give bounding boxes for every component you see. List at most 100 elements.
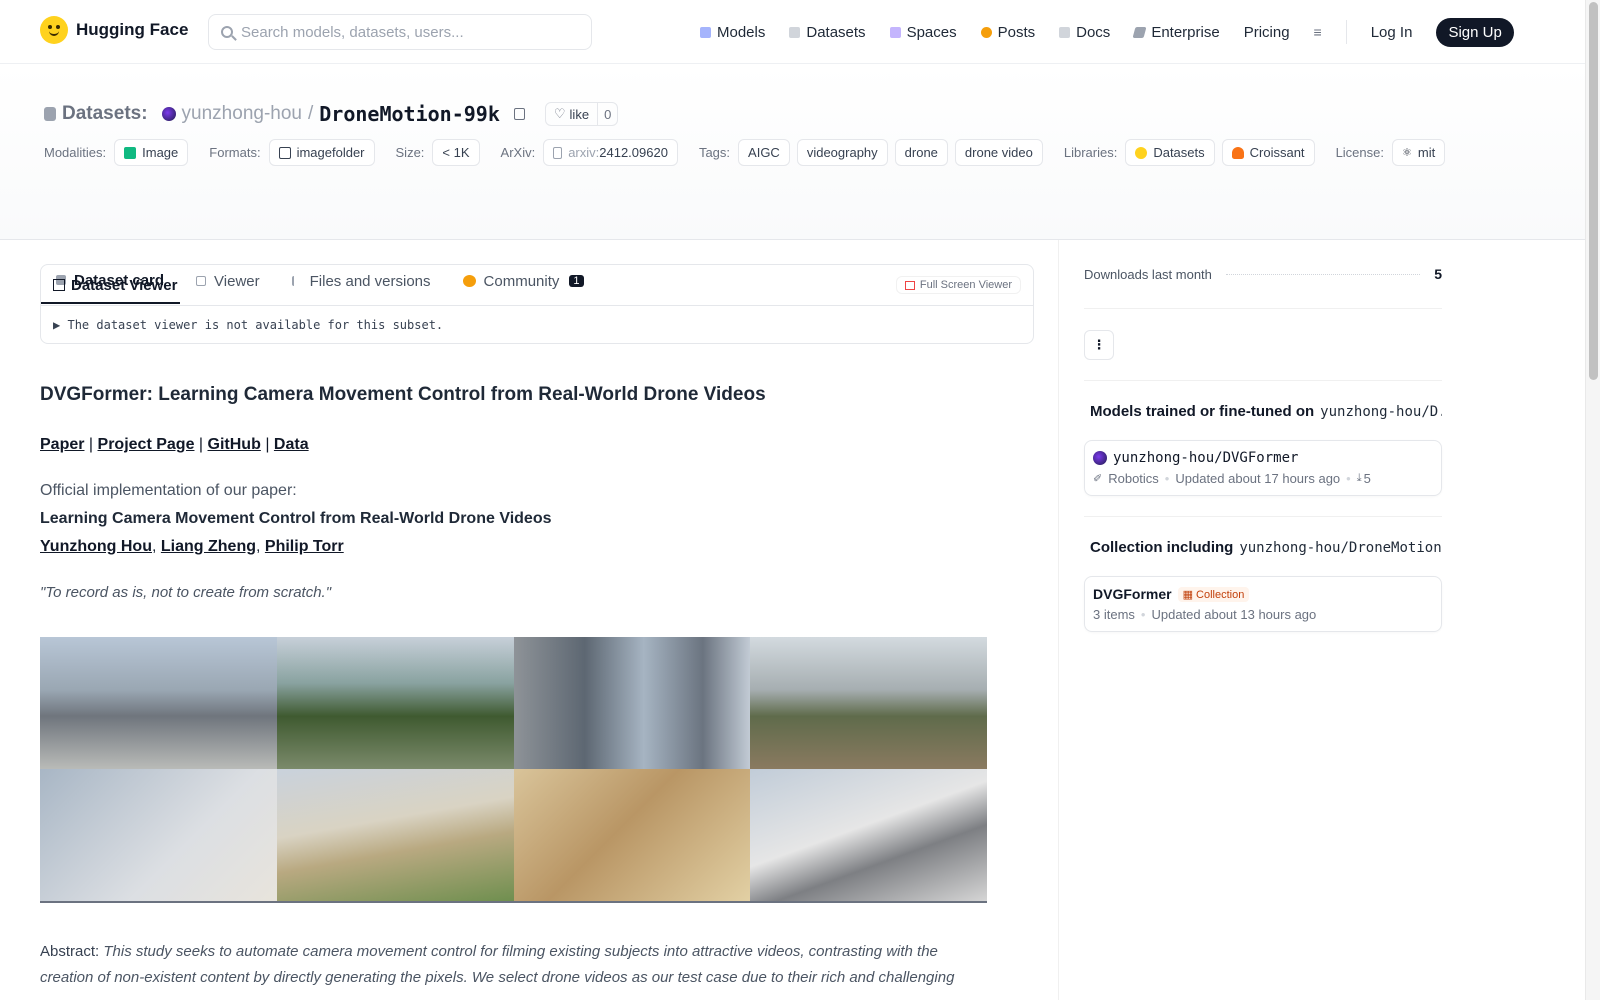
- models-icon: [700, 26, 711, 38]
- drone-frame-desert: [513, 769, 751, 901]
- arxiv-label: ArXiv:: [500, 145, 536, 160]
- nav-models-label: Models: [717, 23, 766, 41]
- heart-icon: ♡: [553, 106, 566, 121]
- tag-chip[interactable]: drone video: [954, 139, 1043, 166]
- signup-button[interactable]: Sign Up: [1436, 17, 1514, 47]
- croissant-icon: [1231, 146, 1244, 159]
- models-section-title: Models trained or fine-tuned on yunzhong…: [1084, 403, 1442, 420]
- collection-items: 3 items: [1093, 607, 1135, 622]
- link-list: Paper | Project Page | GitHub | Data: [40, 436, 1034, 454]
- viewer-title: Dataset Viewer: [71, 276, 178, 294]
- license-label: License:: [1335, 145, 1384, 160]
- abstract-label: Abstract:: [40, 943, 100, 960]
- repo-name[interactable]: DroneMotion-99k: [319, 102, 500, 126]
- arxiv-chip[interactable]: arxiv: 2412.09620: [543, 139, 678, 166]
- license-value: mit: [1417, 145, 1436, 160]
- nav-docs[interactable]: Docs: [1059, 24, 1110, 41]
- author-link[interactable]: Yunzhong Hou: [40, 538, 152, 555]
- collection-card[interactable]: DVGFormer ▦ Collection 3 items • Updated …: [1084, 576, 1442, 632]
- modalities-label: Modalities:: [44, 145, 107, 160]
- dot-separator: •: [1140, 607, 1146, 622]
- repo-path-separator: /: [307, 103, 314, 124]
- login-link[interactable]: Log In: [1371, 24, 1413, 41]
- format-label: imagefolder: [296, 145, 365, 160]
- full-screen-viewer-button[interactable]: Full Screen Viewer: [895, 276, 1021, 294]
- dataset-icon: [44, 107, 56, 121]
- format-chip[interactable]: imagefolder: [268, 139, 375, 166]
- model-name: yunzhong-hou/DVGFormer: [1113, 450, 1299, 466]
- nav-pricing[interactable]: Pricing: [1244, 24, 1290, 41]
- author-link[interactable]: Liang Zheng: [161, 538, 256, 555]
- license-chip[interactable]: ⚛ mit: [1391, 139, 1446, 166]
- collection-name: DVGFormer: [1093, 586, 1172, 602]
- search-icon: [221, 26, 233, 38]
- menu-icon: ≡: [1313, 24, 1322, 40]
- like-button[interactable]: ♡ like 0: [544, 102, 619, 126]
- link-separator: |: [265, 436, 270, 453]
- more-options-button[interactable]: ⋮: [1084, 329, 1114, 360]
- paper-link[interactable]: Paper: [40, 436, 84, 453]
- dot-separator: •: [1346, 471, 1351, 486]
- modality-chip[interactable]: Image: [114, 139, 189, 166]
- nav-posts[interactable]: Posts: [980, 24, 1035, 41]
- search-input[interactable]: [241, 23, 571, 41]
- model-card[interactable]: yunzhong-hou/DVGFormer ✐ Robotics • Upda…: [1084, 440, 1442, 496]
- caret-right-icon: ▶: [53, 318, 61, 332]
- nav-enterprise[interactable]: Enterprise: [1132, 24, 1220, 41]
- login-label: Log In: [1370, 23, 1413, 41]
- drone-frame-hill: [276, 769, 514, 901]
- libraries-label: Libraries:: [1063, 145, 1118, 160]
- arxiv-prefix: arxiv:: [568, 145, 600, 160]
- collection-ref: yunzhong-hou/DroneMotion...: [1239, 539, 1442, 556]
- data-link[interactable]: Data: [274, 436, 309, 453]
- posts-icon: [980, 26, 992, 38]
- download-icon: ⤓: [1356, 472, 1362, 484]
- like-count[interactable]: 0: [598, 107, 617, 122]
- abstract-text: This study seeks to automate camera move…: [40, 943, 955, 986]
- size-chip[interactable]: < 1K: [432, 139, 480, 166]
- github-link[interactable]: GitHub: [208, 436, 261, 453]
- collection-title-text: Collection including: [1090, 539, 1234, 556]
- tag-chip[interactable]: drone: [894, 139, 948, 166]
- copy-icon[interactable]: [513, 108, 525, 120]
- size-label: Size:: [395, 145, 425, 160]
- drone-frame-skyscraper: [513, 637, 751, 769]
- tag-chip[interactable]: AIGC: [738, 139, 790, 166]
- author-link[interactable]: Philip Torr: [265, 538, 344, 555]
- collection-badge: ▦ Collection: [1177, 586, 1250, 602]
- project-page-link[interactable]: Project Page: [98, 436, 195, 453]
- author-list: Yunzhong Hou, Liang Zheng, Philip Torr: [40, 538, 1034, 556]
- models-title-text: Models trained or fine-tuned on: [1090, 403, 1315, 420]
- nav-spaces[interactable]: Spaces: [889, 24, 957, 41]
- collection-badge-label: Collection: [1196, 588, 1245, 601]
- nav-more-menu[interactable]: ≡: [1314, 24, 1322, 40]
- model-task: Robotics: [1108, 471, 1159, 486]
- like-label: like: [569, 106, 590, 122]
- repo-owner-link[interactable]: yunzhong-hou: [182, 103, 302, 125]
- dataset-viewer: Dataset Viewer Full Screen Viewer ▶ The …: [40, 264, 1034, 344]
- scrollbar-thumb[interactable]: [1589, 2, 1598, 380]
- tag-chip[interactable]: videography: [796, 139, 888, 166]
- library-chip-croissant[interactable]: Croissant: [1221, 139, 1315, 166]
- card-heading: DVGFormer: Learning Camera Movement Cont…: [40, 384, 766, 405]
- avatar: [161, 107, 176, 121]
- drone-frame-haze: [40, 769, 277, 901]
- drone-frame-forest: [276, 637, 514, 769]
- brand-link[interactable]: Hugging Face: [40, 16, 188, 44]
- viewer-notice-text: The dataset viewer is not available for …: [67, 318, 444, 332]
- nav-datasets[interactable]: Datasets: [789, 23, 866, 41]
- official-implementation-text: Official implementation of our paper:: [40, 482, 297, 499]
- downloads-label: Downloads last month: [1084, 266, 1212, 282]
- link-separator: |: [198, 436, 204, 453]
- drone-video-grid-image: [40, 637, 987, 903]
- drone-frame-snow: [750, 769, 987, 901]
- repo-type-link[interactable]: Datasets:: [62, 103, 148, 125]
- modality-label: Image: [142, 145, 179, 160]
- library-chip-datasets[interactable]: Datasets: [1125, 139, 1215, 166]
- nav-models[interactable]: Models: [700, 24, 765, 41]
- page-scrollbar[interactable]: [1585, 0, 1600, 1000]
- viewer-notice[interactable]: ▶ The dataset viewer is not available fo…: [41, 306, 1033, 344]
- search-box[interactable]: [208, 14, 592, 50]
- nav-datasets-label: Datasets: [806, 23, 866, 41]
- tags-label: Tags:: [698, 145, 731, 160]
